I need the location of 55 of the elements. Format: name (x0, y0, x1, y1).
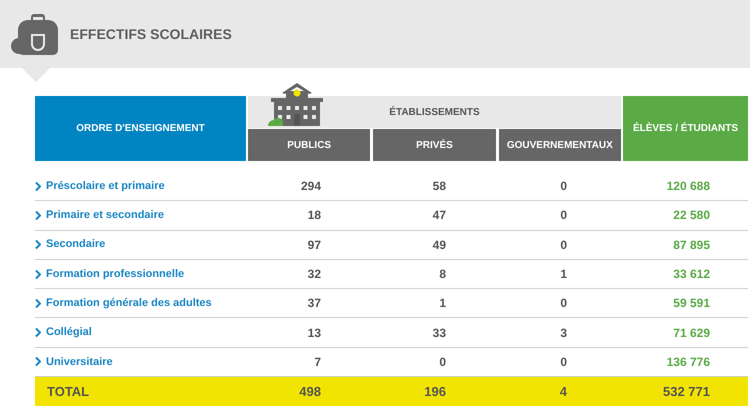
table-cell-text: 18 (306, 207, 322, 224)
table-cell-text: 8 (438, 266, 447, 284)
table-cell-text: 3 (559, 324, 568, 342)
table-cell-text: 0 (559, 354, 568, 371)
table-cell-text: 4 (558, 382, 568, 401)
table-cell-text: 33 612 (672, 266, 711, 284)
row-link[interactable]: Collégial (35, 324, 248, 341)
table-cell-text: 532 771 (662, 382, 711, 401)
table-cell-text: 0 (559, 207, 568, 224)
table-cell-text: 59 591 (672, 295, 711, 312)
table-cell-text: 47 (432, 207, 447, 224)
chevron-icon (35, 298, 41, 308)
table-cell-text: 0 (559, 295, 568, 312)
table-cell-text: 33 (432, 324, 447, 342)
table-cell-text: 1 (438, 295, 447, 312)
table-cell-text: 13 (306, 324, 322, 342)
column-header: PRIVÉS (373, 129, 496, 161)
table-cell-text: 196 (423, 382, 447, 401)
row-link[interactable]: Universitaire (35, 354, 248, 370)
column-header: ORDRE D'ENSEIGNEMENT (35, 96, 246, 161)
row-link[interactable]: Formation professionnelle (35, 266, 248, 282)
row-link[interactable]: Primaire et secondaire (35, 207, 248, 224)
row-link[interactable]: Formation générale des adultes (35, 295, 248, 312)
column-header: GOUVERNEMENTAUX (498, 129, 621, 161)
table-cell-text: 0 (438, 354, 447, 371)
page-title: EFFECTIFS SCOLAIRES (70, 24, 232, 44)
chevron-icon (35, 240, 41, 250)
total-label: TOTAL (46, 382, 90, 401)
table-cell-text: 32 (306, 266, 322, 284)
row-link[interactable]: Préscolaire et primaire (35, 178, 248, 194)
backpack-apple-icon (10, 12, 60, 56)
table-cell-text: 49 (432, 236, 447, 254)
table-cell-text: 37 (306, 295, 322, 312)
table-cell-text: 22 580 (672, 207, 711, 224)
table-cell-text: 1 (559, 266, 568, 284)
chevron-icon (35, 328, 41, 338)
column-header: PUBLICS (248, 129, 370, 161)
column-header: ÉLÈVES / ÉTUDIANTS (623, 96, 748, 161)
table-cell-text: 71 629 (672, 324, 711, 342)
table-cell-text: 0 (559, 236, 568, 254)
table-cell-text: 294 (300, 178, 322, 196)
chevron-icon (35, 210, 41, 220)
table-cell-text: 7 (313, 354, 322, 371)
chevron-icon (35, 357, 41, 366)
row-link[interactable]: Secondaire (35, 236, 248, 253)
chevron-icon (35, 270, 41, 279)
table-cell-text: 0 (559, 178, 568, 196)
chevron-icon (35, 182, 41, 191)
table-cell-text: 97 (306, 236, 322, 254)
table-cell-text: 58 (432, 178, 447, 196)
table-cell-text: 136 776 (666, 354, 711, 371)
table-cell-text: 120 688 (666, 178, 711, 196)
group-header-label: ÉTABLISSEMENTS (389, 105, 480, 120)
table-cell-text: 87 895 (672, 236, 711, 254)
table-cell-text: 498 (298, 382, 322, 401)
